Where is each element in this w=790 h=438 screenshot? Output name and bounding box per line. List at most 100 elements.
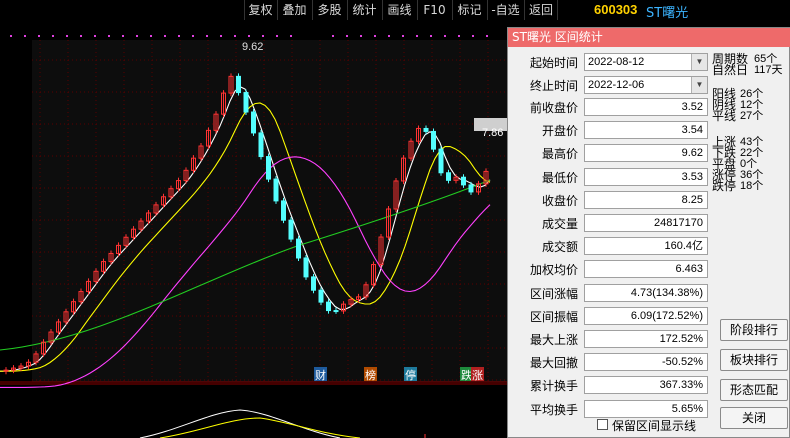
statistics-button[interactable]: 统计 xyxy=(347,0,381,20)
dot-mark xyxy=(402,35,404,37)
stage-rank-button[interactable]: 阶段排行 xyxy=(720,319,788,341)
max-price-label: 9.62 xyxy=(242,41,263,53)
field-value: -50.52% xyxy=(584,353,708,372)
field-label: 最大回撤 xyxy=(529,356,578,371)
candle-body xyxy=(461,176,466,186)
dot-mark xyxy=(416,35,418,37)
field-value: 3.52 xyxy=(584,98,708,116)
field-label: 最大上涨 xyxy=(529,333,578,347)
candle-body xyxy=(273,178,279,202)
field-label: 平均换手 xyxy=(529,402,578,417)
field-value: 8.25 xyxy=(584,190,708,209)
dot-mark xyxy=(248,35,250,37)
sector-rank-button[interactable]: 板块排行 xyxy=(720,349,788,371)
indicator-panel xyxy=(139,409,426,438)
overlay-button[interactable]: 叠加 xyxy=(277,0,311,20)
dot-mark xyxy=(38,35,40,37)
top-dot-row xyxy=(10,35,488,37)
candle-body xyxy=(438,148,444,174)
dot-mark xyxy=(472,35,474,37)
interval-stats-dialog: ST曙光 区间统计 起始时间 2022-08-12 ▼ 终止时间 2022-12… xyxy=(507,27,790,438)
candle-body xyxy=(251,111,256,134)
marker-label: 财 xyxy=(315,368,326,382)
dot-mark xyxy=(66,35,68,37)
field-value: 3.54 xyxy=(584,121,708,140)
indicator-line-b xyxy=(159,417,361,438)
dot-mark xyxy=(220,35,222,37)
field-label: 收盘价 xyxy=(541,193,578,208)
dot-mark xyxy=(486,35,488,37)
field-value: 5.65% xyxy=(584,399,708,418)
remove-favorite-button[interactable]: -自选 xyxy=(487,0,523,20)
end-date-select[interactable]: 2022-12-06 ▼ xyxy=(584,76,708,94)
candle-body xyxy=(326,301,331,312)
pattern-match-button[interactable]: 形态匹配 xyxy=(720,379,788,401)
current-price-label: 7.86 xyxy=(482,127,503,139)
field-label: 最高价 xyxy=(541,147,578,162)
field-value: 9.62 xyxy=(584,144,708,163)
candle-body xyxy=(431,130,436,150)
marker-label: 榜 xyxy=(365,368,376,382)
dot-mark xyxy=(192,35,194,37)
field-label: 前收盘价 xyxy=(529,101,578,115)
candle-body xyxy=(318,289,324,303)
field-label: 区间振幅 xyxy=(529,309,578,324)
field-label: 累计换手 xyxy=(529,379,578,394)
candle-body xyxy=(423,127,429,132)
dot-mark xyxy=(444,35,446,37)
mark-button[interactable]: 标记 xyxy=(452,0,486,20)
field-label: 成交量 xyxy=(541,217,578,231)
back-button[interactable]: 返回 xyxy=(524,0,558,20)
field-value: 160.4亿 xyxy=(584,237,708,256)
marker-label: 跌 xyxy=(461,368,472,382)
dot-mark xyxy=(178,35,180,37)
chevron-down-icon[interactable]: ▼ xyxy=(691,54,707,70)
multi-stock-button[interactable]: 多股 xyxy=(312,0,346,20)
start-date-value: 2022-08-12 xyxy=(588,56,645,68)
dot-mark xyxy=(122,35,124,37)
dot-mark xyxy=(290,35,292,37)
dot-mark xyxy=(80,35,82,37)
keep-interval-label: 保留区间显示线 xyxy=(612,419,697,433)
start-date-select[interactable]: 2022-08-12 ▼ xyxy=(584,53,708,71)
dot-mark xyxy=(430,35,432,37)
field-label: 成交额 xyxy=(541,240,578,255)
dot-mark xyxy=(388,35,390,37)
candle-body xyxy=(266,156,271,180)
dot-mark xyxy=(276,35,278,37)
keep-interval-checkbox[interactable] xyxy=(597,419,608,430)
indicator-line-a xyxy=(139,409,341,438)
dot-mark xyxy=(374,35,376,37)
plot-area xyxy=(32,40,510,382)
candle-body xyxy=(258,132,264,158)
dot-mark xyxy=(136,35,138,37)
stat-value: 117天 xyxy=(754,64,783,76)
kline-chart[interactable]: 财 榜 停 跌涨 9.62 7.86 xyxy=(0,20,510,438)
chevron-down-icon[interactable]: ▼ xyxy=(691,77,707,93)
stat-label: 平线 xyxy=(712,109,737,123)
dot-mark xyxy=(24,35,26,37)
fuquan-button[interactable]: 复权 xyxy=(244,0,276,20)
close-button[interactable]: 关闭 xyxy=(720,407,788,429)
stat-label: 跌停 xyxy=(712,179,737,193)
field-value: 367.33% xyxy=(584,376,708,395)
dot-mark xyxy=(10,35,12,37)
dot-mark xyxy=(360,35,362,37)
draw-line-button[interactable]: 画线 xyxy=(382,0,416,20)
stat-label: 自然日 xyxy=(712,63,749,77)
candle-body xyxy=(468,184,474,193)
candle-body xyxy=(296,238,301,259)
end-date-value: 2022-12-06 xyxy=(588,79,645,91)
chart-frame xyxy=(0,40,510,385)
dot-mark xyxy=(150,35,152,37)
app-window: 复权 叠加 多股 统计 画线 F10 标记 -自选 返回 600303 ST曙光… xyxy=(0,0,790,438)
dot-mark xyxy=(346,35,348,37)
field-value: 6.09(172.52%) xyxy=(584,306,708,325)
stat-value: 27个 xyxy=(740,110,764,122)
marker-label: 停 xyxy=(405,368,416,382)
dot-mark xyxy=(332,35,334,37)
field-label: 开盘价 xyxy=(541,124,578,139)
f10-button[interactable]: F10 xyxy=(417,0,451,20)
dot-mark xyxy=(94,35,96,37)
dot-mark xyxy=(108,35,110,37)
